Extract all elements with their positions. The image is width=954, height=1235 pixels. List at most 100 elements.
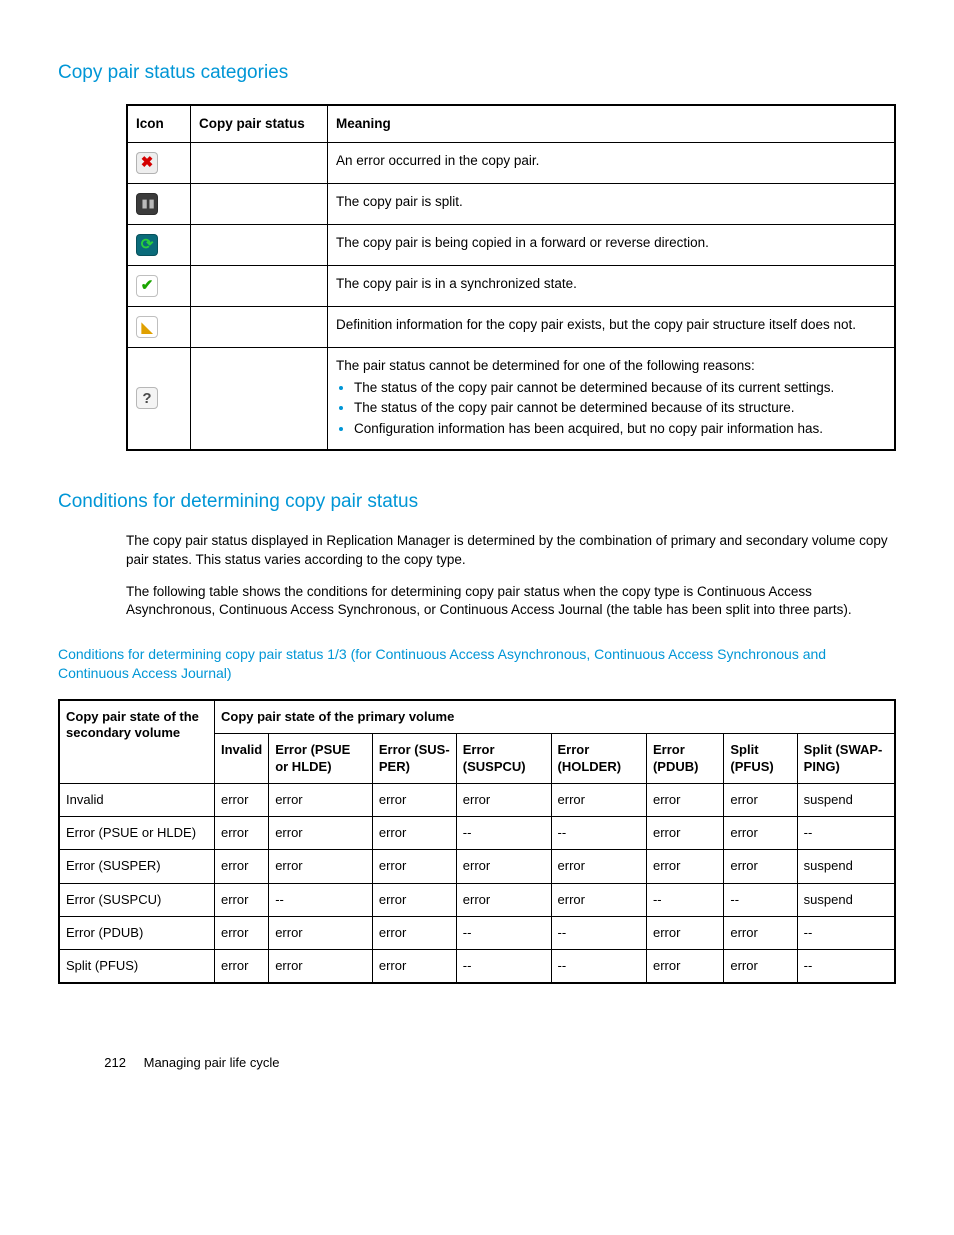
cell: -- bbox=[797, 950, 895, 984]
pause-icon: ▮▮ bbox=[136, 193, 158, 215]
cell: -- bbox=[456, 817, 551, 850]
cell: error bbox=[551, 783, 646, 816]
row-label: Error (PSUE or HLDE) bbox=[59, 817, 215, 850]
status-cell bbox=[191, 183, 328, 224]
reasons-list: The status of the copy pair cannot be de… bbox=[336, 379, 886, 438]
cell: error bbox=[269, 916, 373, 949]
cell: error bbox=[215, 817, 269, 850]
cell: error bbox=[372, 916, 456, 949]
paragraph: The copy pair status displayed in Replic… bbox=[126, 532, 896, 568]
cell: error bbox=[724, 950, 797, 984]
page-number: 212 bbox=[58, 1054, 140, 1072]
list-item: The status of the copy pair cannot be de… bbox=[354, 399, 886, 417]
cell: error bbox=[372, 883, 456, 916]
paragraph: The following table shows the conditions… bbox=[126, 583, 896, 619]
cell: error bbox=[646, 817, 723, 850]
table-row: Error (SUSPCU)error--errorerrorerror----… bbox=[59, 883, 895, 916]
status-cell bbox=[191, 142, 328, 183]
table-row: ? The pair status cannot be determined f… bbox=[127, 347, 895, 449]
cell: error bbox=[724, 916, 797, 949]
table-conditions: Copy pair state of the secondary volume … bbox=[58, 699, 896, 984]
row-label: Error (SUSPCU) bbox=[59, 883, 215, 916]
table-row: ▮▮ The copy pair is split. bbox=[127, 183, 895, 224]
cell: -- bbox=[551, 916, 646, 949]
cell: error bbox=[269, 817, 373, 850]
cell: error bbox=[269, 783, 373, 816]
th-col: Split (SWAP-PING) bbox=[797, 734, 895, 784]
cell: -- bbox=[551, 817, 646, 850]
table-status-categories: Icon Copy pair status Meaning ✖ An error… bbox=[126, 104, 896, 451]
cell: suspend bbox=[797, 783, 895, 816]
meaning-cell: Definition information for the copy pair… bbox=[328, 306, 896, 347]
cell: error bbox=[646, 950, 723, 984]
table-row: ◣ Definition information for the copy pa… bbox=[127, 306, 895, 347]
list-item: The status of the copy pair cannot be de… bbox=[354, 379, 886, 397]
table-row: Error (SUSPER)errorerrorerrorerrorerrore… bbox=[59, 850, 895, 883]
table-row: ✖ An error occurred in the copy pair. bbox=[127, 142, 895, 183]
cell: -- bbox=[551, 950, 646, 984]
meaning-lead: The pair status cannot be determined for… bbox=[336, 358, 755, 373]
heading-conditions: Conditions for determining copy pair sta… bbox=[58, 489, 896, 515]
th-primary: Copy pair state of the primary volume bbox=[215, 700, 896, 734]
cell: error bbox=[456, 783, 551, 816]
th-col: Error (SUS-PER) bbox=[372, 734, 456, 784]
definition-only-icon: ◣ bbox=[136, 316, 158, 338]
cell: -- bbox=[724, 883, 797, 916]
status-cell bbox=[191, 306, 328, 347]
th-col: Invalid bbox=[215, 734, 269, 784]
check-icon: ✔ bbox=[136, 275, 158, 297]
cycle-icon: ⟳ bbox=[136, 234, 158, 256]
cell: error bbox=[215, 783, 269, 816]
th-status: Copy pair status bbox=[191, 105, 328, 143]
cell: -- bbox=[797, 916, 895, 949]
cell: error bbox=[551, 850, 646, 883]
cell: -- bbox=[269, 883, 373, 916]
cell: suspend bbox=[797, 883, 895, 916]
row-label: Invalid bbox=[59, 783, 215, 816]
cell: error bbox=[372, 783, 456, 816]
table-row: Error (PSUE or HLDE)errorerrorerror----e… bbox=[59, 817, 895, 850]
meaning-cell: The pair status cannot be determined for… bbox=[328, 347, 896, 449]
cell: error bbox=[646, 850, 723, 883]
row-label: Error (SUSPER) bbox=[59, 850, 215, 883]
cell: error bbox=[551, 883, 646, 916]
unknown-icon: ? bbox=[136, 387, 158, 409]
cell: error bbox=[646, 783, 723, 816]
cell: -- bbox=[456, 916, 551, 949]
table-conditions-caption: Conditions for determining copy pair sta… bbox=[58, 645, 896, 683]
cell: error bbox=[215, 850, 269, 883]
cell: -- bbox=[456, 950, 551, 984]
table-row: Error (PDUB)errorerrorerror----errorerro… bbox=[59, 916, 895, 949]
th-col: Error (PSUE or HLDE) bbox=[269, 734, 373, 784]
status-cell bbox=[191, 265, 328, 306]
cell: suspend bbox=[797, 850, 895, 883]
cell: error bbox=[456, 850, 551, 883]
row-label: Split (PFUS) bbox=[59, 950, 215, 984]
cell: error bbox=[724, 783, 797, 816]
th-col: Split (PFUS) bbox=[724, 734, 797, 784]
table-row: ⟳ The copy pair is being copied in a for… bbox=[127, 224, 895, 265]
cell: -- bbox=[797, 817, 895, 850]
meaning-cell: The copy pair is being copied in a forwa… bbox=[328, 224, 896, 265]
row-label: Error (PDUB) bbox=[59, 916, 215, 949]
table-row: Invaliderrorerrorerrorerrorerrorerrorerr… bbox=[59, 783, 895, 816]
th-secondary: Copy pair state of the secondary volume bbox=[59, 700, 215, 783]
cell: error bbox=[456, 883, 551, 916]
page-footer: 212 Managing pair life cycle bbox=[58, 1054, 896, 1072]
th-col: Error (HOLDER) bbox=[551, 734, 646, 784]
cell: error bbox=[269, 850, 373, 883]
meaning-cell: An error occurred in the copy pair. bbox=[328, 142, 896, 183]
table-row: ✔ The copy pair is in a synchronized sta… bbox=[127, 265, 895, 306]
status-cell bbox=[191, 347, 328, 449]
meaning-cell: The copy pair is in a synchronized state… bbox=[328, 265, 896, 306]
cell: error bbox=[372, 850, 456, 883]
cell: -- bbox=[646, 883, 723, 916]
cell: error bbox=[372, 817, 456, 850]
cell: error bbox=[215, 883, 269, 916]
status-cell bbox=[191, 224, 328, 265]
list-item: Configuration information has been acqui… bbox=[354, 420, 886, 438]
meaning-cell: The copy pair is split. bbox=[328, 183, 896, 224]
th-meaning: Meaning bbox=[328, 105, 896, 143]
cell: error bbox=[215, 916, 269, 949]
cell: error bbox=[215, 950, 269, 984]
